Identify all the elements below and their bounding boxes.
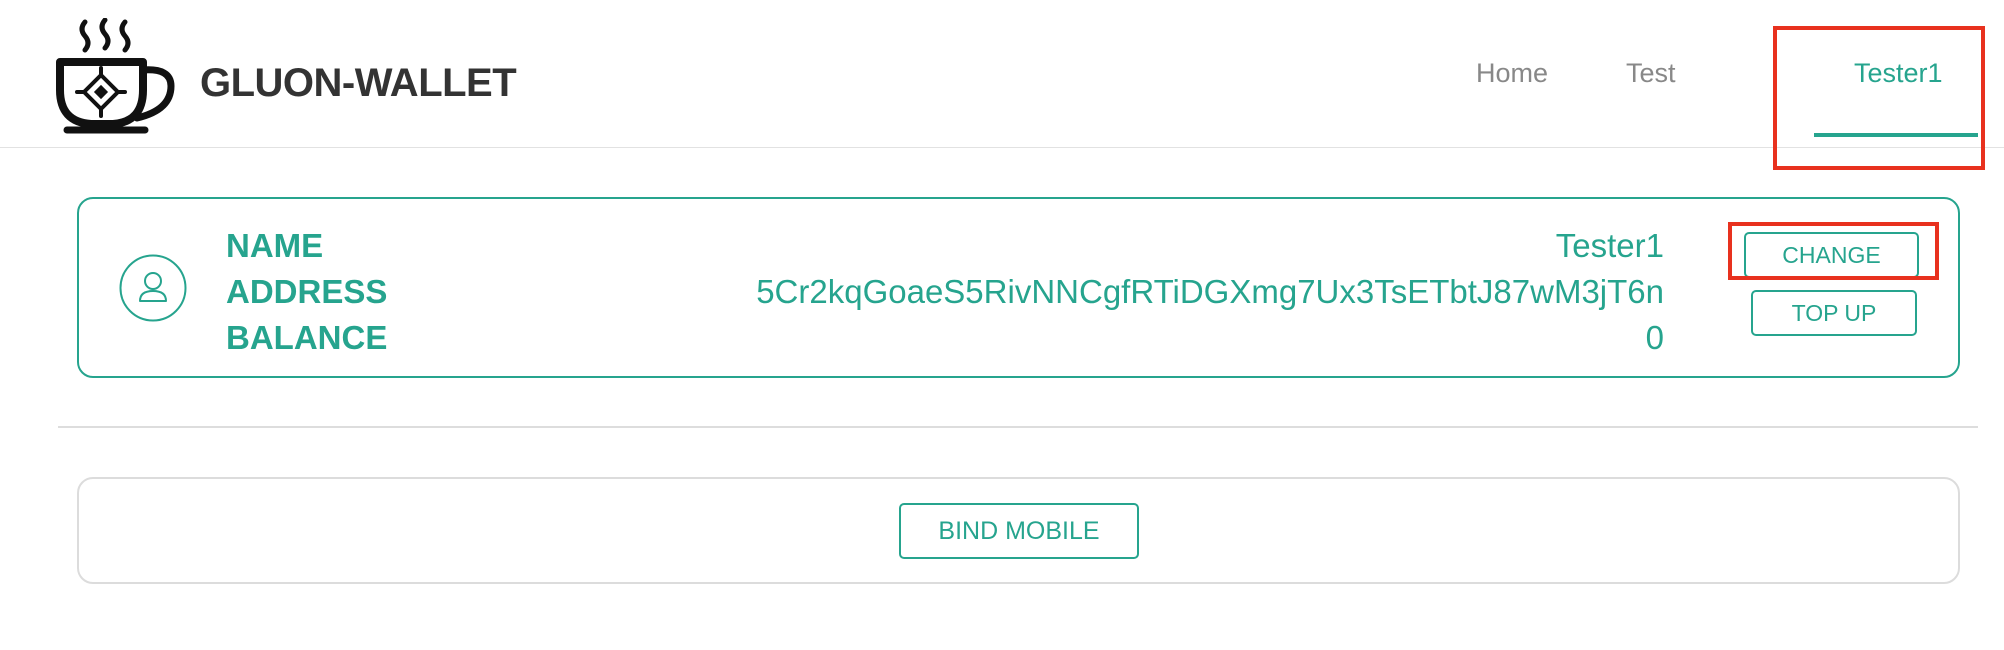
name-value: Tester1 [1555,227,1664,264]
highlight-box-change-button [1728,222,1939,280]
address-label: ADDRESS [226,273,388,310]
top-nav-bar: GLUON-WALLET Home Test Tester1 [0,0,2004,148]
user-icon [119,254,187,322]
address-value: 5Cr2kqGoaeS5RivNNCgfRTiDGXmg7Ux3TsETbtJ8… [756,273,1664,310]
coffee-cup-chip-icon [56,18,175,134]
highlight-box-user-nav [1773,26,1985,170]
bind-mobile-button[interactable]: BIND MOBILE [899,503,1139,559]
top-up-button[interactable]: TOP UP [1751,290,1917,336]
nav-home[interactable]: Home [1476,58,1548,89]
section-divider [58,426,1978,428]
balance-value: 0 [1645,319,1664,356]
brand-name: GLUON-WALLET [200,60,517,105]
profile-card: NAME ADDRESS BALANCE Tester1 5Cr2kqGoaeS… [77,197,1960,378]
balance-label: BALANCE [226,319,388,356]
profile-field-labels: NAME ADDRESS BALANCE [226,223,387,361]
bind-mobile-card: BIND MOBILE [77,477,1960,584]
nav-test[interactable]: Test [1626,58,1676,89]
brand[interactable]: GLUON-WALLET [55,18,517,136]
name-label: NAME [226,227,324,264]
profile-field-values: Tester1 5Cr2kqGoaeS5RivNNCgfRTiDGXmg7Ux3… [756,223,1664,361]
